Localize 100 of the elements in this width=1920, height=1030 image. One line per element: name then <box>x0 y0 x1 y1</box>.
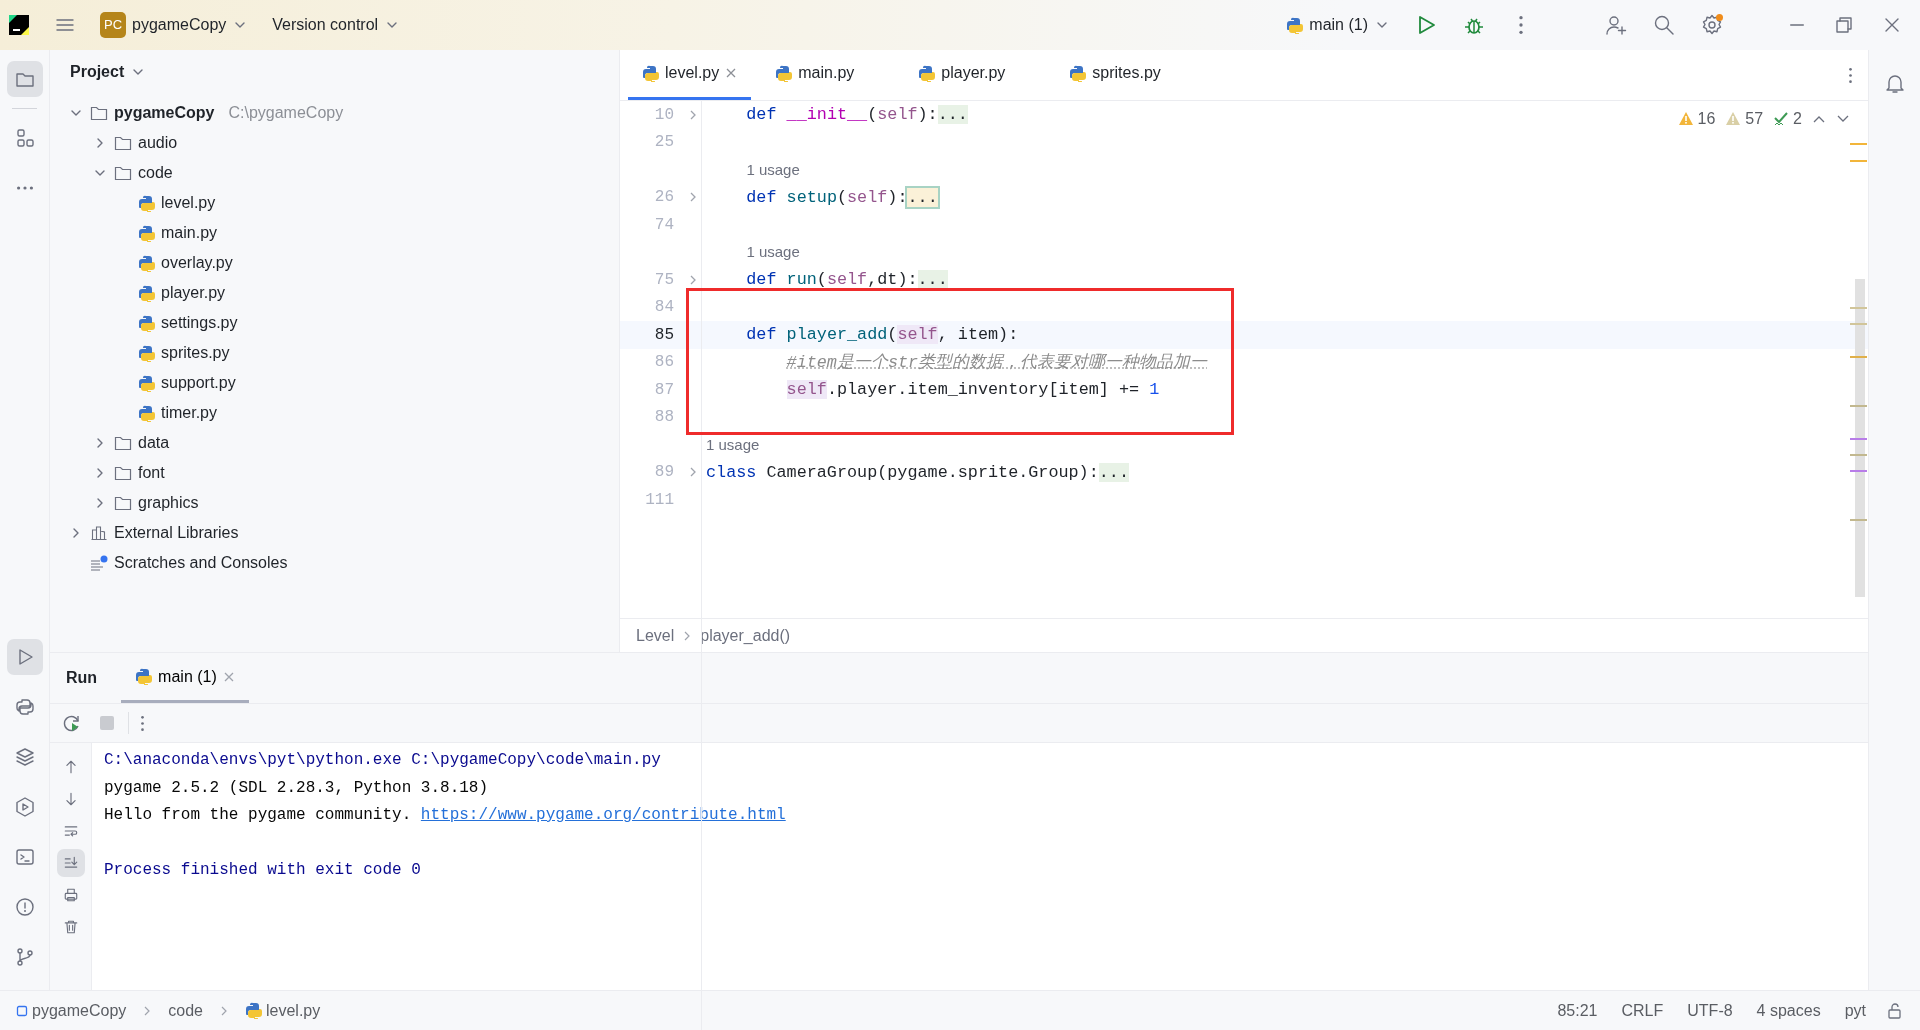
breadcrumb-item[interactable]: code <box>168 998 203 1023</box>
more-icon <box>141 715 144 731</box>
folder-icon <box>90 105 108 121</box>
app-logo-icon <box>8 14 30 36</box>
tree-item[interactable]: audio <box>138 131 178 155</box>
line-number: 85 <box>653 324 674 346</box>
python-file-icon <box>1069 64 1087 82</box>
folder-tool-button[interactable] <box>6 61 43 97</box>
breadcrumb-item[interactable]: Level <box>636 623 675 648</box>
panel-title[interactable]: Project <box>66 56 151 88</box>
terminal-icon <box>13 846 36 868</box>
tree-item[interactable]: timer.py <box>161 401 217 425</box>
panel-title: Run <box>66 668 98 688</box>
inspection-counter[interactable]: 57 <box>1725 107 1764 131</box>
console-line: Hello from the pygame community. https://www.pygame.org/contribute.html <box>104 805 787 826</box>
tree-item[interactable]: support.py <box>161 371 236 395</box>
rerun-icon <box>62 713 82 733</box>
code-line: class CameraGroup(pygame.sprite.Group):... <box>705 461 1129 484</box>
python-file-icon <box>138 254 155 272</box>
python-file-icon <box>775 64 793 82</box>
console-line: pygame 2.5.2 (SDL 2.28.3, Python 3.8.18) <box>104 777 490 799</box>
tree-item[interactable]: Scratches and Consoles <box>114 551 288 575</box>
line-number: 89 <box>653 462 674 484</box>
python-file-icon <box>918 64 936 82</box>
breadcrumb-item[interactable]: pygameCopy <box>16 998 127 1023</box>
folder-icon <box>114 165 132 181</box>
python-console-icon <box>13 696 36 718</box>
usage-hint[interactable]: 1 usage <box>702 433 760 456</box>
python-file-icon <box>245 1002 262 1019</box>
breadcrumb-item[interactable]: player_add() <box>700 623 791 648</box>
search-icon <box>1652 13 1676 37</box>
minimize-icon <box>1790 24 1804 26</box>
inspection-counter[interactable]: 2 <box>1773 107 1802 131</box>
tree-item[interactable]: code <box>138 161 173 185</box>
run-configuration-selector[interactable]: main (1) <box>1278 9 1398 41</box>
tree-item[interactable]: font <box>138 461 165 485</box>
more-icon <box>16 186 33 190</box>
line-number: 88 <box>653 407 674 429</box>
project-icon <box>16 1004 28 1017</box>
status-item[interactable]: 85:21 <box>1553 998 1602 1023</box>
problems-icon <box>13 896 36 918</box>
more-actions-icon <box>1519 16 1523 34</box>
editor-tab[interactable]: main.py <box>761 49 895 100</box>
scroll-to-end-button[interactable] <box>56 849 85 877</box>
folder-icon <box>114 135 132 151</box>
services-icon <box>13 796 36 818</box>
status-item[interactable]: 4 spaces <box>1752 998 1825 1023</box>
tree-item[interactable]: main.py <box>161 221 218 245</box>
editor-tab[interactable]: level.py <box>628 49 752 100</box>
line-number: 86 <box>653 352 674 374</box>
warning-icon <box>1677 111 1694 127</box>
run-tool-button[interactable] <box>6 639 43 675</box>
scratches-icon <box>90 555 108 571</box>
library-icon <box>90 525 108 541</box>
status-item[interactable]: CRLF <box>1617 998 1668 1023</box>
line-number: 10 <box>653 104 674 126</box>
tree-item[interactable]: data <box>138 431 170 455</box>
tree-item[interactable]: overlay.py <box>161 251 233 275</box>
tree-item[interactable]: graphics <box>138 491 199 515</box>
project-selector[interactable]: PC pygameCopy <box>92 8 257 42</box>
breadcrumb-item[interactable]: level.py <box>245 998 321 1023</box>
tree-item[interactable]: settings.py <box>161 311 238 335</box>
vcs-menu[interactable]: Version control <box>264 9 409 41</box>
line-number: 87 <box>653 379 674 401</box>
inspection-counter[interactable]: 16 <box>1677 107 1716 131</box>
status-item[interactable]: UTF-8 <box>1683 998 1737 1023</box>
tree-item[interactable]: level.py <box>161 191 216 215</box>
tree-item[interactable]: External Libraries <box>114 521 239 545</box>
usage-hint[interactable]: 1 usage <box>742 241 800 264</box>
check-icon <box>1773 111 1790 127</box>
tree-item[interactable]: player.py <box>161 281 226 305</box>
folder-icon <box>114 495 132 511</box>
run-tab[interactable]: main (1) <box>121 653 249 703</box>
folder-icon <box>114 465 132 481</box>
line-number: 74 <box>653 214 674 236</box>
line-number: 84 <box>653 297 674 319</box>
code-line: #item是一个str类型的数据，代表要对哪一种物品加一 <box>785 351 1208 374</box>
code-line: def player_add(self, item): <box>745 324 1019 347</box>
gear-icon <box>1700 13 1724 37</box>
status-item[interactable]: pyt <box>1840 998 1870 1023</box>
console-line: C:\anaconda\envs\pyt\python.exe C:\pygameCopy\code\main.py <box>104 750 662 771</box>
editor-tab[interactable]: sprites.py <box>1055 49 1201 100</box>
line-number: 75 <box>653 269 674 291</box>
tree-item[interactable]: sprites.py <box>161 341 230 365</box>
bell-icon <box>1883 72 1906 94</box>
tree-item[interactable]: pygameCopy <box>114 101 215 125</box>
lock-icon[interactable] <box>1886 1001 1904 1020</box>
close-icon[interactable] <box>725 67 738 79</box>
code-line: self.player.item_inventory[item] += 1 <box>785 379 1160 402</box>
editor-tab[interactable]: player.py <box>904 49 1046 100</box>
line-number: 25 <box>653 132 674 154</box>
python-file-icon <box>138 314 155 332</box>
warning-icon <box>1725 111 1742 127</box>
close-icon[interactable] <box>222 670 235 683</box>
stop-icon <box>98 714 116 732</box>
console-line: Process finished with exit code 0 <box>104 860 422 881</box>
console-link[interactable]: https://www.pygame.org/contribute.html <box>420 806 786 824</box>
usage-hint[interactable]: 1 usage <box>742 158 800 181</box>
code-line: def setup(self):... <box>745 186 938 209</box>
python-file-icon <box>138 284 155 302</box>
